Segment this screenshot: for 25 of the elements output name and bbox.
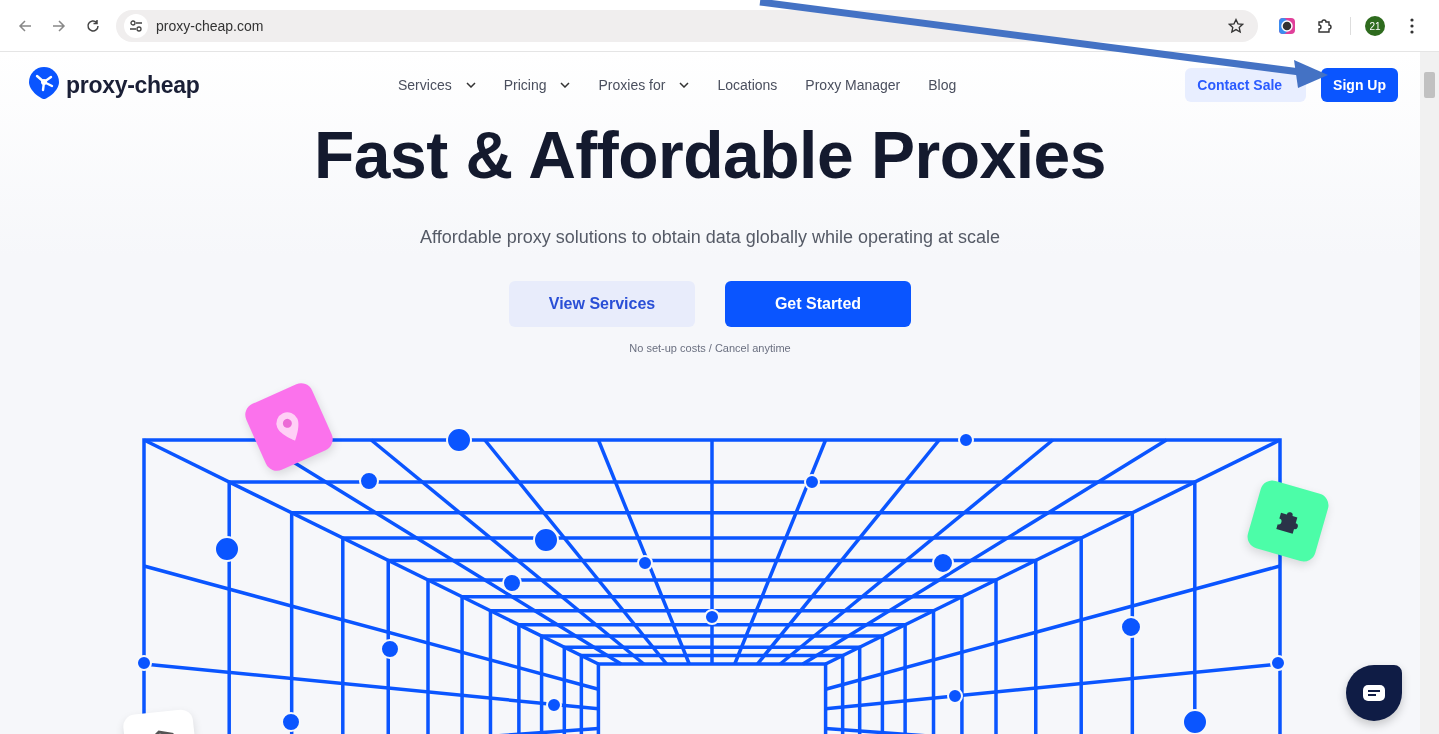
address-bar[interactable]: proxy-cheap.com bbox=[116, 10, 1258, 42]
chevron-down-icon[interactable] bbox=[560, 82, 571, 88]
nav-link[interactable]: Pricing bbox=[503, 77, 571, 93]
chevron-down-icon[interactable] bbox=[679, 82, 690, 88]
nav-link[interactable]: Locations bbox=[717, 77, 778, 93]
nav-link[interactable]: Proxy Manager bbox=[805, 77, 901, 93]
site-settings-icon[interactable] bbox=[124, 14, 148, 38]
view-services-button[interactable]: View Services bbox=[509, 281, 695, 327]
chat-button[interactable] bbox=[1346, 665, 1402, 721]
logo-text[interactable]: proxy-cheap bbox=[66, 71, 200, 99]
url-text: proxy-cheap.com bbox=[156, 18, 265, 34]
contact-sales-button[interactable]: Contact Sale bbox=[1185, 68, 1307, 102]
hero-title: Fast & Affordable Proxies bbox=[314, 117, 1106, 193]
get-started-button[interactable]: Get Started bbox=[725, 281, 911, 327]
nav-link[interactable]: Blog bbox=[928, 77, 957, 93]
hero-note: No set-up costs / Cancel anytime bbox=[629, 342, 791, 354]
nav-link[interactable]: Proxies for bbox=[598, 77, 690, 93]
hero-subtitle: Affordable proxy solutions to obtain data globally while operating at scale bbox=[419, 227, 1000, 248]
chevron-down-icon[interactable] bbox=[465, 82, 476, 88]
profile-avatar[interactable]: 21 bbox=[1365, 16, 1385, 36]
chat-bubble-icon[interactable] bbox=[1362, 684, 1386, 702]
scrollbar[interactable] bbox=[1420, 52, 1439, 734]
bookmark-star-icon[interactable] bbox=[1228, 18, 1244, 34]
nav-link[interactable]: Services bbox=[398, 77, 476, 93]
sign-up-button[interactable]: Sign Up bbox=[1321, 68, 1398, 102]
